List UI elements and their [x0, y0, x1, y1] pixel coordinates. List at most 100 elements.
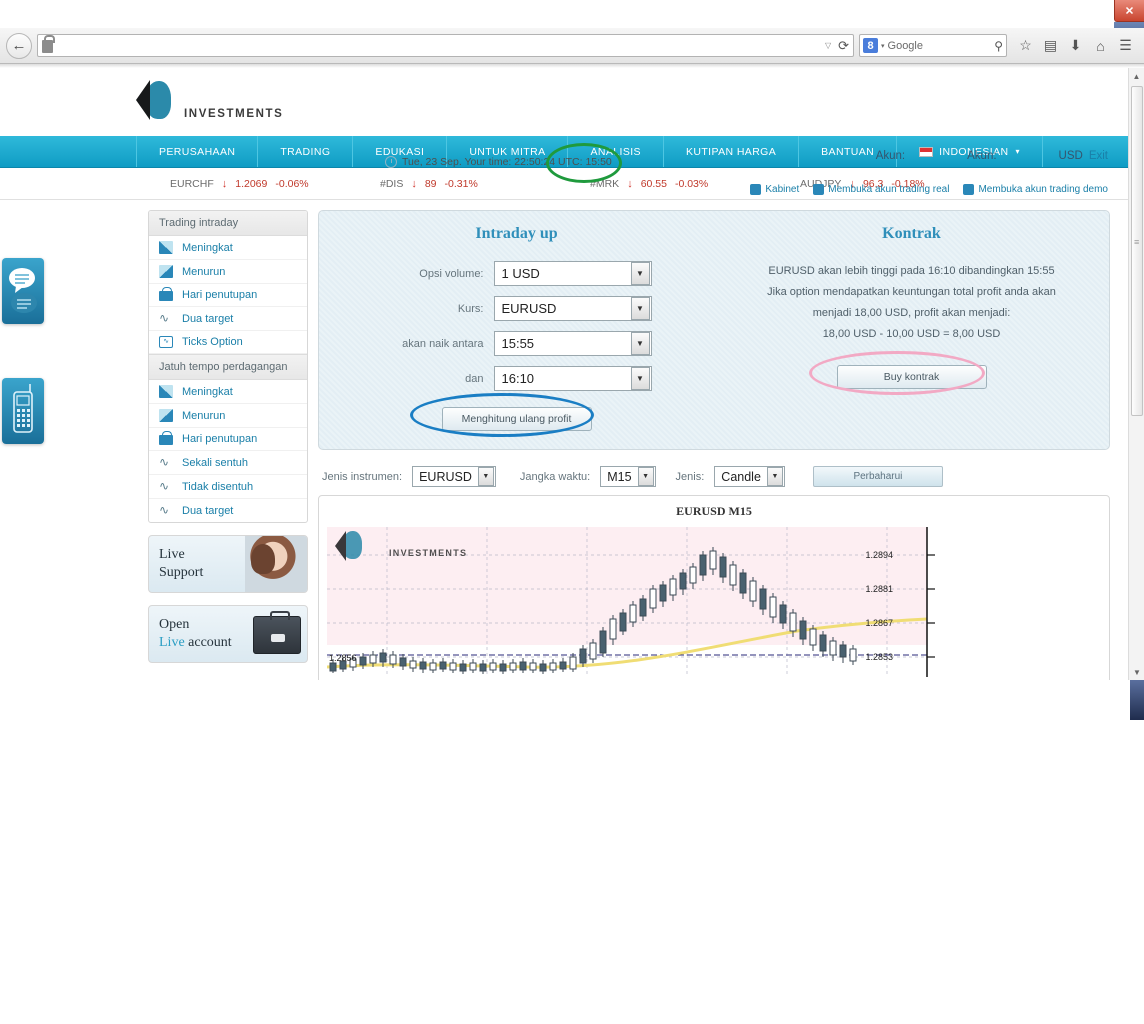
ticker-change: -0.06% [275, 177, 309, 190]
briefcase-icon [253, 611, 301, 654]
chart-watermark: INVESTMENTS [335, 529, 467, 561]
sidebar-item-label: Menurun [182, 265, 226, 278]
chevron-down-icon[interactable]: ▼ [630, 297, 650, 320]
sidebar-item-meningkat-intraday[interactable]: Meningkat [149, 236, 307, 260]
pink-highlight-ellipse [808, 351, 985, 395]
form-row-start-time: akan naik antara 15:55 ▼ [319, 331, 714, 356]
ticker-price: 89 [424, 177, 437, 190]
end-time-select[interactable]: 16:10 ▼ [493, 366, 652, 391]
window-close-button[interactable] [1114, 0, 1144, 22]
volume-select[interactable]: 1 USD ▼ [493, 261, 652, 286]
sidebar-item-hari-penutupan-intraday[interactable]: Hari penutupan [149, 284, 307, 307]
open-live-account-banner[interactable]: Open Live account [148, 605, 308, 663]
currency-label: USD [1058, 150, 1083, 162]
search-icon[interactable]: ⚲ [994, 39, 1003, 53]
account-summary: Akun: Akun: USD Exit [876, 150, 1108, 162]
search-engine-icon[interactable]: 8 [863, 38, 878, 53]
instrument-select[interactable]: EURUSD ▼ [412, 466, 496, 487]
reader-icon[interactable]: ▤ [1038, 34, 1063, 58]
home-icon[interactable]: ⌂ [1088, 34, 1113, 58]
site-logo[interactable]: INVESTMENTS [136, 78, 283, 122]
kurs-select[interactable]: EURUSD ▼ [493, 296, 652, 321]
ticker-item[interactable]: EURCHF ↓ 1.2069 -0.06% [170, 178, 380, 190]
mobile-app-widget[interactable] [2, 378, 44, 444]
start-time-label: akan naik antara [402, 337, 484, 350]
link-demo-account-label: Membuka akun trading demo [978, 184, 1108, 195]
wave-icon: ∿ [159, 479, 170, 493]
contract-description: EURUSD akan lebih tinggi pada 16:10 diba… [714, 261, 1109, 345]
contract-panel: Kontrak EURUSD akan lebih tinggi pada 16… [714, 225, 1109, 431]
sidebar-item-meningkat-tempo[interactable]: Meningkat [149, 380, 307, 404]
kurs-value: EURUSD [501, 301, 557, 316]
sidebar-item-hari-penutupan-tempo[interactable]: Hari penutupan [149, 428, 307, 451]
scrollbar-thumb[interactable] [1131, 86, 1143, 416]
chevron-down-icon[interactable]: ▼ [477, 467, 494, 486]
scroll-down-button[interactable]: ▼ [1129, 664, 1144, 680]
nav-item-kutipan-harga[interactable]: KUTIPAN HARGA [664, 136, 800, 167]
scroll-up-button[interactable]: ▲ [1129, 68, 1144, 84]
chevron-down-icon[interactable]: ▼ [630, 332, 650, 355]
live-chat-widget[interactable] [2, 258, 44, 324]
chevron-down-icon[interactable]: ▽ [825, 41, 831, 50]
chevron-down-icon[interactable]: ▾ [881, 42, 885, 50]
chat-bubbles-icon [9, 268, 37, 313]
sidebar-item-ticks-option[interactable]: ∿ Ticks Option [149, 331, 307, 354]
nav-item-trading[interactable]: TRADING [258, 136, 354, 167]
nav-item-perusahaan[interactable]: PERUSAHAAN [136, 136, 259, 167]
download-icon[interactable]: ⬇ [1063, 34, 1088, 58]
page-scrollbar[interactable]: ▲ ▼ [1128, 68, 1144, 680]
menu-icon[interactable]: ☰ [1113, 34, 1138, 58]
url-bar[interactable]: ▽ ⟳ [37, 34, 854, 57]
level-line-label: 1.2856 [329, 653, 357, 663]
sidebar-item-dua-target-intraday[interactable]: ∿ Dua target [149, 307, 307, 331]
timeframe-select[interactable]: M15 ▼ [600, 466, 656, 487]
live-support-banner[interactable]: Live Support [148, 535, 308, 593]
reload-icon[interactable]: ⟳ [838, 38, 849, 54]
sidebar-item-label: Menurun [182, 409, 226, 422]
ticker-change: -0.03% [674, 177, 709, 190]
bar-down-icon [159, 265, 173, 278]
link-demo-account[interactable]: Membuka akun trading demo [963, 184, 1108, 195]
start-time-select[interactable]: 15:55 ▼ [493, 331, 652, 356]
chart-controls: Jenis instrumen: EURUSD ▼ Jangka waktu: … [318, 466, 1110, 495]
desktop-background [0, 680, 1144, 1024]
chevron-down-icon[interactable]: ▼ [766, 467, 783, 486]
page-viewport: INVESTMENTS Tue, 23 Sep. Your time: 22:5… [0, 68, 1128, 680]
support-agent-photo [245, 536, 307, 592]
search-input[interactable]: 8 ▾ Google ⚲ [859, 34, 1007, 57]
briefcase-icon [813, 184, 825, 195]
link-kabinet[interactable]: Kabinet [750, 184, 799, 195]
bar-up-icon [159, 385, 173, 398]
chevron-down-icon[interactable]: ▼ [630, 367, 650, 390]
contract-line-1: EURUSD akan lebih tinggi pada 16:10 diba… [768, 265, 1055, 277]
wave-icon: ∿ [159, 455, 170, 469]
link-real-account[interactable]: Membuka akun trading real [813, 184, 949, 195]
sidebar-item-sekali-sentuh[interactable]: ∿ Sekali sentuh [149, 451, 307, 475]
sidebar-item-menurun-intraday[interactable]: Menurun [149, 260, 307, 284]
arrow-down-icon: ↓ [411, 177, 417, 190]
form-row-kurs: Kurs: EURUSD ▼ [319, 296, 714, 321]
chart-type-select[interactable]: Candle ▼ [714, 466, 785, 487]
search-placeholder: Google [887, 39, 923, 52]
browser-toolbar: ← ▽ ⟳ 8 ▾ Google ⚲ ☆ ▤ ⬇ ⌂ ☰ [0, 28, 1144, 64]
ticker-item[interactable]: #DIS ↓ 89 -0.31% [380, 178, 590, 190]
chart-canvas[interactable]: 1.2894 1.2881 1.2867 1.2853 1.2856 INVES… [327, 527, 1101, 677]
sidebar-item-menurun-tempo[interactable]: Menurun [149, 404, 307, 428]
chevron-down-icon[interactable]: ▼ [630, 262, 650, 285]
open-account-text: Open Live account [159, 616, 232, 652]
page-content: Trading intraday Meningkat Menurun Hari … [0, 200, 1128, 680]
sidebar-group-intraday: Trading intraday Meningkat Menurun Hari … [148, 210, 308, 523]
chart-type-label: Jenis: [675, 470, 705, 483]
back-button[interactable]: ← [6, 32, 32, 59]
chart-title: EURUSD M15 [676, 504, 752, 518]
star-icon[interactable]: ☆ [1013, 34, 1038, 58]
exit-link[interactable]: Exit [1089, 150, 1108, 162]
chevron-down-icon[interactable]: ▼ [637, 467, 654, 486]
mobile-phone-icon [13, 384, 33, 433]
buy-row: Buy kontrak [714, 351, 1109, 395]
refresh-button[interactable]: Perbaharui [812, 466, 943, 487]
sidebar-item-dua-target-tempo[interactable]: ∿ Dua target [149, 499, 307, 522]
live-support-line2: Support [159, 565, 204, 580]
sidebar-item-tidak-disentuh[interactable]: ∿ Tidak disentuh [149, 475, 307, 499]
contract-line-4: 18,00 USD - 10,00 USD = 8,00 USD [822, 328, 1001, 340]
